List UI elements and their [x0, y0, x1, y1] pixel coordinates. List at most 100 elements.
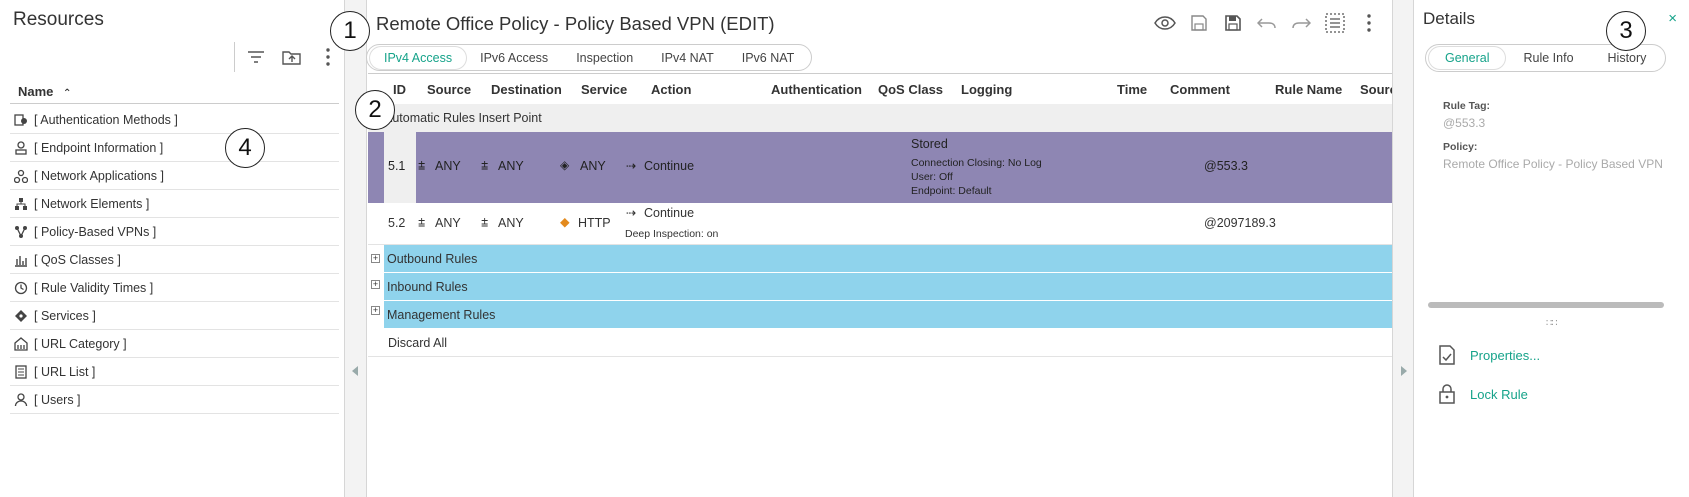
callout-1: 1 — [330, 11, 370, 51]
resource-item[interactable]: [ URL Category ] — [10, 330, 339, 358]
section-management-rules[interactable]: Management Rules — [384, 301, 1392, 329]
col-qos-class[interactable]: QoS Class — [878, 82, 943, 97]
filter-icon[interactable] — [245, 46, 267, 68]
col-logging[interactable]: Logging — [961, 82, 1012, 97]
properties-icon — [1439, 345, 1455, 365]
save-as-icon[interactable] — [1222, 12, 1244, 34]
resource-item-label: [ Rule Validity Times ] — [34, 280, 154, 295]
resource-item[interactable]: [ Services ] — [10, 302, 339, 330]
col-rule-name[interactable]: Rule Name — [1275, 82, 1342, 97]
rule-source: ANY — [435, 216, 461, 230]
tab-inspection[interactable]: Inspection — [562, 47, 647, 69]
col-service[interactable]: Service — [581, 82, 627, 97]
callout-3: 3 — [1606, 11, 1646, 51]
resources-list: [ Authentication Methods ] [ Endpoint In… — [10, 106, 339, 414]
rules-table: ID Source Destination Service Action Aut… — [368, 73, 1392, 497]
col-id[interactable]: ID — [393, 82, 406, 97]
lock-rule-button[interactable]: Lock Rule — [1438, 384, 1528, 404]
section-inbound-rules[interactable]: Inbound Rules — [384, 273, 1392, 301]
resource-item[interactable]: [ Authentication Methods ] — [10, 106, 339, 134]
more-vertical-icon[interactable] — [317, 46, 339, 68]
tab-ipv6-access[interactable]: IPv6 Access — [466, 47, 562, 69]
rule-id: 5.1 — [388, 159, 406, 173]
resources-toolbar — [234, 42, 339, 72]
rule-row-selected[interactable]: 5.1 ⩲ ANY ⩲ ANY ◈ ANY ⇢ Continue Stored … — [368, 132, 1392, 203]
resource-item-label: [ QoS Classes ] — [34, 252, 121, 267]
user-icon — [14, 392, 28, 406]
col-authentication[interactable]: Authentication — [771, 82, 862, 97]
preview-eye-icon[interactable] — [1154, 12, 1176, 34]
resource-item[interactable]: [ Endpoint Information ] — [10, 134, 339, 162]
tab-general[interactable]: General — [1429, 47, 1506, 69]
name-column-header[interactable]: Name ⌃ — [10, 78, 339, 104]
resource-item[interactable]: [ Network Applications ] — [10, 162, 339, 190]
tab-ipv6-nat[interactable]: IPv6 NAT — [728, 47, 809, 69]
more-vertical-icon[interactable] — [1358, 12, 1380, 34]
close-icon[interactable]: × — [1668, 10, 1677, 27]
qos-icon — [15, 255, 27, 267]
resource-item[interactable]: [ Policy-Based VPNs ] — [10, 218, 339, 246]
resource-item[interactable]: [ QoS Classes ] — [10, 246, 339, 274]
rule-row[interactable]: 5.2 ⩲ ANY ⩲ ANY ◆ HTTP ⇢ Continue Deep I… — [368, 203, 1392, 245]
details-scrollbar[interactable] — [1428, 302, 1664, 308]
expand-icon[interactable]: + — [371, 254, 380, 263]
rule-destination: ANY — [498, 216, 524, 230]
callout-2: 2 — [355, 90, 395, 130]
endpoint-icon — [15, 140, 27, 155]
expand-icon[interactable]: + — [371, 280, 380, 289]
col-action[interactable]: Action — [651, 82, 691, 97]
details-title: Details — [1423, 9, 1475, 28]
col-source-extra[interactable]: Sourc — [1360, 82, 1392, 97]
section-outbound-rules[interactable]: Outbound Rules — [384, 245, 1392, 273]
http-service-icon: ◆ — [560, 215, 570, 229]
rule-action: Continue — [644, 206, 695, 220]
resource-item-label: [ URL List ] — [34, 364, 96, 379]
section-label: Outbound Rules — [387, 252, 478, 266]
folder-upload-icon[interactable] — [281, 46, 303, 68]
rule-logging-detail: Connection Closing: No Log — [911, 157, 1042, 169]
left-collapse-handle[interactable] — [345, 0, 366, 497]
section-label: Inbound Rules — [387, 280, 468, 294]
rule-name: @553.3 — [1204, 159, 1248, 173]
expand-icon[interactable]: + — [371, 306, 380, 315]
policy-toolbar — [1154, 12, 1380, 34]
any-network-icon: ⩲ — [418, 216, 426, 230]
continue-icon: ⇢ — [626, 159, 637, 173]
select-all-icon[interactable] — [1324, 12, 1346, 34]
lock-icon — [1439, 384, 1455, 404]
resource-item[interactable]: [ Rule Validity Times ] — [10, 274, 339, 302]
resource-item-label: [ Services ] — [34, 308, 96, 323]
save-icon[interactable] — [1188, 12, 1210, 34]
properties-button[interactable]: Properties... — [1438, 345, 1540, 365]
policy-tabs: IPv4 Access IPv6 Access Inspection IPv4 … — [366, 44, 813, 71]
col-comment[interactable]: Comment — [1170, 82, 1230, 97]
rule-destination: ANY — [498, 159, 524, 173]
policy-value: Remote Office Policy - Policy Based VPN — [1443, 157, 1663, 171]
tab-rule-info[interactable]: Rule Info — [1507, 47, 1589, 69]
network-apps-icon — [14, 169, 28, 183]
vpn-icon — [15, 225, 27, 238]
resource-item[interactable]: [ Network Elements ] — [10, 190, 339, 218]
col-time[interactable]: Time — [1117, 82, 1147, 97]
resource-item-label: [ Network Applications ] — [34, 168, 164, 183]
col-source[interactable]: Source — [427, 82, 471, 97]
rule-service: ANY — [580, 159, 606, 173]
rule-logging-title: Stored — [911, 137, 948, 151]
discard-all-row[interactable]: Discard All — [368, 329, 1392, 357]
col-destination[interactable]: Destination — [491, 82, 562, 97]
splitter-grip-icon[interactable]: ∷∷ — [1546, 318, 1558, 329]
rule-action: Continue — [644, 159, 695, 173]
collapse-left-icon — [352, 366, 358, 376]
tab-ipv4-access[interactable]: IPv4 Access — [370, 46, 467, 69]
insert-point-row[interactable]: Automatic Rules Insert Point — [368, 104, 1392, 132]
any-network-icon: ⩲ — [418, 159, 426, 173]
right-collapse-handle[interactable] — [1393, 0, 1414, 497]
resource-item-label: [ Network Elements ] — [34, 196, 150, 211]
redo-icon[interactable] — [1290, 12, 1312, 34]
resource-item-label: [ Authentication Methods ] — [34, 112, 178, 127]
insert-point-label: Automatic Rules Insert Point — [384, 111, 542, 125]
resource-item[interactable]: [ Users ] — [10, 386, 339, 414]
resource-item[interactable]: [ URL List ] — [10, 358, 339, 386]
undo-icon[interactable] — [1256, 12, 1278, 34]
tab-ipv4-nat[interactable]: IPv4 NAT — [647, 47, 728, 69]
